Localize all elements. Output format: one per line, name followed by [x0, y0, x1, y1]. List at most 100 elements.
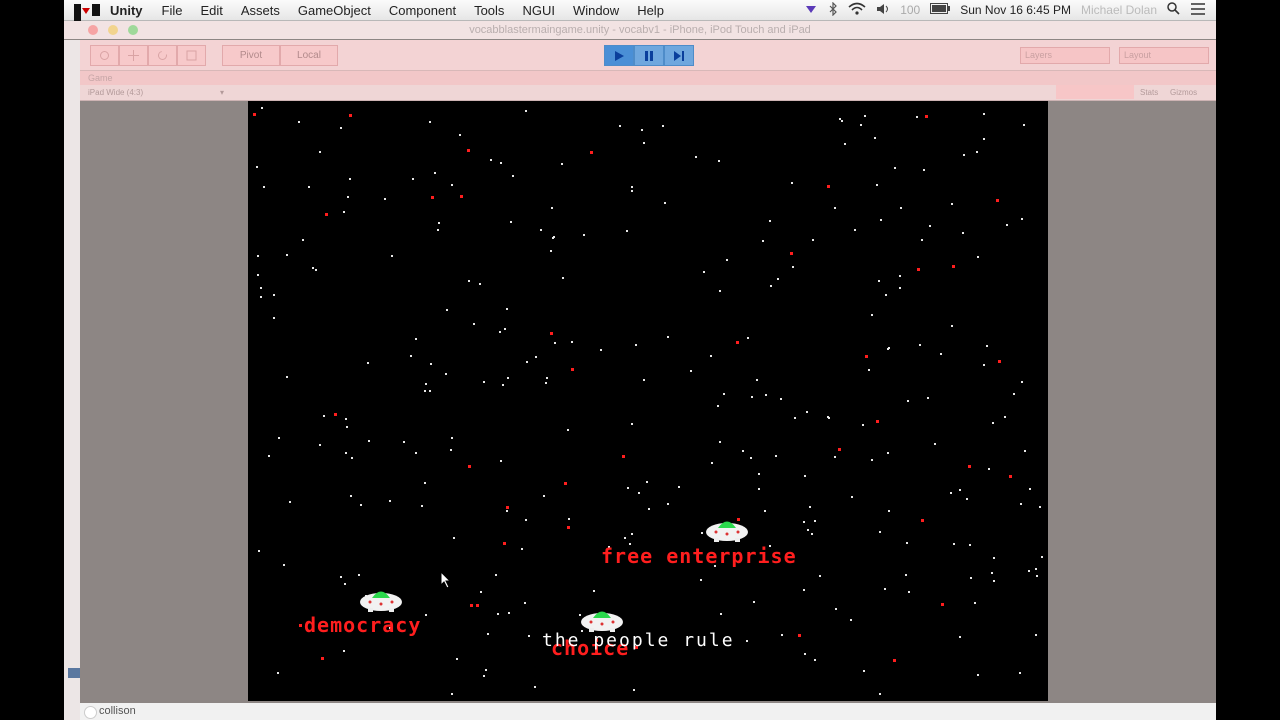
star	[643, 379, 645, 381]
aspect-dropdown-arrow-icon[interactable]: ▾	[220, 85, 224, 100]
star	[678, 486, 680, 488]
star	[927, 397, 929, 399]
rotate-tool-button[interactable]	[148, 45, 177, 66]
menu-window[interactable]: Window	[564, 3, 628, 18]
star	[286, 254, 288, 256]
pause-button[interactable]	[634, 45, 664, 66]
star	[742, 450, 744, 452]
star	[567, 429, 569, 431]
star	[863, 670, 865, 672]
star	[631, 186, 633, 188]
star	[662, 125, 664, 127]
star	[983, 113, 985, 115]
console-info-icon[interactable]	[84, 706, 97, 719]
star	[521, 548, 523, 550]
star	[512, 175, 514, 177]
game-canvas[interactable]: democracy free enterprise choice the peo…	[248, 101, 1048, 701]
gizmos-button[interactable]: Gizmos	[1170, 85, 1197, 100]
star	[893, 659, 896, 662]
star	[460, 195, 463, 198]
minimize-window-button[interactable]	[108, 25, 118, 35]
stats-button[interactable]: Stats	[1140, 85, 1158, 100]
star	[726, 259, 728, 261]
close-window-button[interactable]	[88, 25, 98, 35]
star	[468, 280, 470, 282]
star	[764, 510, 766, 512]
star	[1004, 416, 1006, 418]
star	[562, 277, 564, 279]
menu-edit[interactable]: Edit	[191, 3, 231, 18]
maximize-on-play-toggle[interactable]	[1056, 85, 1134, 99]
star	[253, 113, 256, 116]
star	[921, 519, 924, 522]
menu-component[interactable]: Component	[380, 3, 465, 18]
star	[723, 393, 725, 395]
game-tab[interactable]: Game	[80, 71, 1216, 85]
star	[758, 473, 760, 475]
app-menu-unity[interactable]: Unity	[110, 3, 143, 18]
menu-file[interactable]: File	[153, 3, 192, 18]
layout-dropdown[interactable]: Layout	[1119, 47, 1209, 64]
star	[996, 199, 999, 202]
star	[1009, 475, 1012, 478]
star	[900, 207, 902, 209]
star	[809, 506, 811, 508]
star	[925, 115, 928, 118]
play-button[interactable]	[604, 45, 634, 66]
menu-assets[interactable]: Assets	[232, 3, 289, 18]
mac-menubar: Unity File Edit Assets GameObject Compon…	[64, 0, 1216, 36]
menu-ngui[interactable]: NGUI	[513, 3, 564, 18]
status-message[interactable]: collison	[99, 703, 136, 720]
star	[703, 271, 705, 273]
star	[812, 239, 814, 241]
move-tool-button[interactable]	[119, 45, 148, 66]
layers-dropdown[interactable]: Layers	[1020, 47, 1110, 64]
star	[976, 151, 978, 153]
star	[495, 574, 497, 576]
star	[777, 278, 779, 280]
pivot-toggle-button[interactable]: Pivot	[222, 45, 280, 66]
menu-tools[interactable]: Tools	[465, 3, 513, 18]
star	[568, 518, 570, 520]
star	[827, 185, 830, 188]
notification-center-icon[interactable]	[1190, 2, 1206, 18]
zoom-window-button[interactable]	[128, 25, 138, 35]
star	[506, 308, 508, 310]
step-button[interactable]	[664, 45, 694, 66]
aspect-dropdown[interactable]: iPad Wide (4:3)	[88, 85, 143, 100]
local-toggle-button[interactable]: Local	[280, 45, 338, 66]
scale-tool-button[interactable]	[177, 45, 206, 66]
star	[819, 575, 821, 577]
spotlight-search-icon[interactable]	[1167, 2, 1180, 18]
star	[391, 255, 393, 257]
menu-gameobject[interactable]: GameObject	[289, 3, 380, 18]
hand-tool-button[interactable]	[90, 45, 119, 66]
wifi-icon[interactable]	[848, 2, 866, 19]
star	[567, 526, 570, 529]
star	[977, 674, 979, 676]
star	[718, 160, 720, 162]
window-title: vocabblastermaingame.unity - vocabv1 - i…	[469, 24, 811, 36]
volume-icon[interactable]	[876, 3, 890, 18]
clock[interactable]: Sun Nov 16 6:45 PM	[960, 3, 1071, 17]
star	[781, 634, 783, 636]
star	[468, 465, 471, 468]
star	[916, 116, 918, 118]
star	[765, 394, 767, 396]
star	[921, 239, 923, 241]
star	[450, 449, 452, 451]
user-name[interactable]: Michael Dolan	[1081, 3, 1157, 17]
status-item-icon[interactable]	[804, 3, 818, 18]
star	[487, 633, 489, 635]
battery-icon[interactable]	[930, 3, 951, 17]
star	[747, 337, 749, 339]
star	[814, 659, 816, 661]
star	[429, 121, 431, 123]
star	[260, 287, 262, 289]
left-strip	[64, 40, 80, 720]
star	[476, 604, 479, 607]
star	[794, 417, 796, 419]
star	[905, 574, 907, 576]
bluetooth-icon[interactable]	[828, 1, 838, 19]
menu-help[interactable]: Help	[628, 3, 673, 18]
